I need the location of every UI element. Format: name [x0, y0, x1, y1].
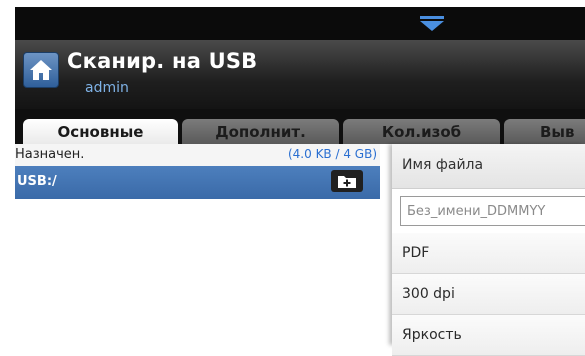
brightness-option[interactable]: Яркость	[392, 315, 585, 356]
app-header: Сканир. на USB admin	[15, 40, 585, 109]
destination-header: Назначен. (4.0 KB / 4 GB)	[15, 144, 380, 166]
usb-path-row[interactable]: USB:/	[15, 166, 380, 199]
format-option[interactable]: PDF	[392, 233, 585, 274]
storage-capacity: (4.0 KB / 4 GB)	[287, 147, 377, 161]
home-button[interactable]	[23, 52, 59, 88]
destination-label: Назначен.	[15, 147, 85, 162]
usb-path: USB:/	[17, 174, 57, 189]
tab-output[interactable]: Выв	[504, 119, 585, 144]
home-icon	[30, 60, 52, 80]
folder-add-icon	[338, 176, 356, 188]
chevron-down-icon[interactable]	[417, 16, 447, 32]
filename-header: Имя файла	[392, 144, 585, 189]
resolution-option[interactable]: 300 dpi	[392, 274, 585, 315]
tab-bar: Основные Дополнит. Кол.изоб Выв	[15, 109, 585, 144]
format-value: PDF	[402, 245, 430, 261]
user-name: admin	[85, 80, 129, 96]
filename-input[interactable]	[400, 196, 585, 226]
settings-panel: Имя файла PDF 300 dpi Яркость	[392, 144, 585, 356]
status-bar	[15, 7, 585, 40]
tab-image[interactable]: Кол.изоб	[343, 119, 500, 144]
tab-advanced[interactable]: Дополнит.	[182, 119, 339, 144]
brightness-label: Яркость	[402, 327, 462, 343]
destination-panel: Назначен. (4.0 KB / 4 GB) USB:/	[15, 144, 380, 345]
resolution-value: 300 dpi	[402, 286, 455, 302]
add-folder-button[interactable]	[331, 170, 363, 192]
page-title: Сканир. на USB	[67, 49, 258, 73]
tab-basic[interactable]: Основные	[23, 119, 178, 144]
filename-label: Имя файла	[402, 157, 484, 173]
